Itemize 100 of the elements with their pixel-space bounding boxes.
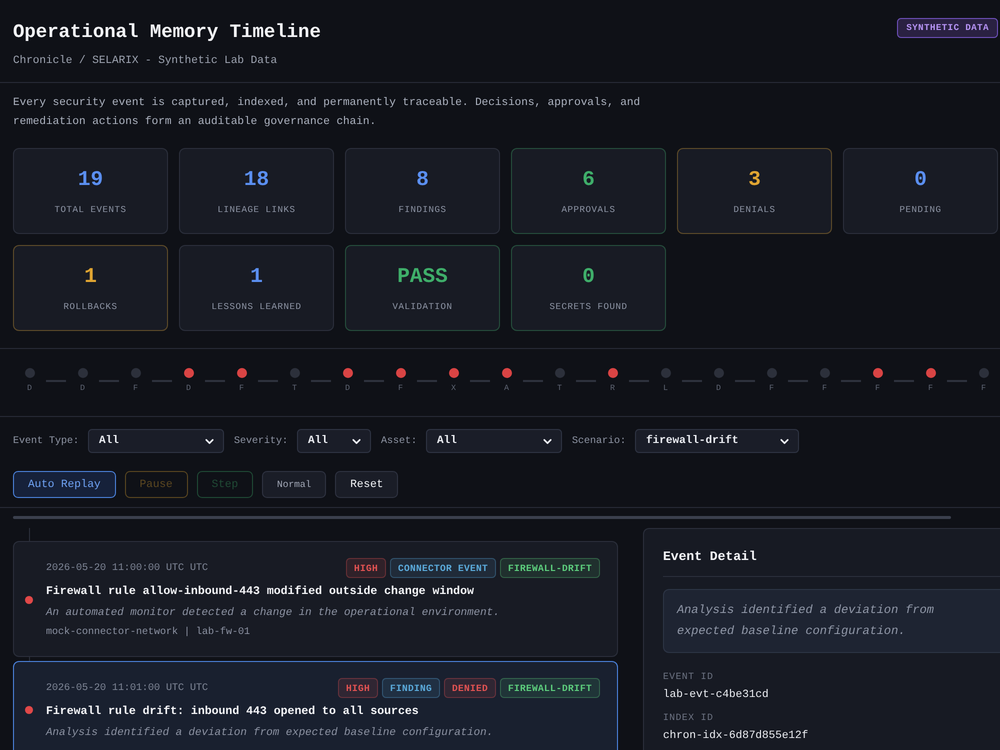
timeline-label: A [504,384,509,394]
stat-value: 1 [84,265,97,291]
timeline-label: X [451,384,456,394]
timeline-label: F [239,384,244,394]
timeline-label: F [398,384,403,394]
connector-line [311,380,331,382]
connector-line [523,380,543,382]
timeline-dot-icon[interactable] [978,368,988,378]
breadcrumb: Chronicle / SELARIX - Synthetic Lab Data [13,54,278,68]
event-tag: FIREWALL-DRIFT [500,678,600,698]
filter-dropdown[interactable]: All [88,429,224,453]
connector-line [894,380,914,382]
control-button[interactable]: Reset [335,471,398,498]
timeline-dot-icon[interactable] [926,368,936,378]
event-tag: CONNECTOR EVENT [390,558,496,578]
connector-line [947,380,967,382]
filter-label: Event Type: [13,436,80,446]
stat-label: TOTAL EVENTS [54,205,126,216]
field-label: INDEX ID [663,712,714,724]
event-source: mock-connector-network | lab-fw-01 [46,626,252,640]
timeline-label: F [769,384,774,394]
field-label: EVENT ID [663,671,714,683]
filter-dropdown[interactable]: All [426,429,562,453]
timeline-label: D [80,384,85,394]
timeline-dot-icon[interactable] [714,368,724,378]
timeline-label: D [27,384,32,394]
filter-label: Scenario: [572,436,626,446]
event-timestamp: 2026-05-20 11:01:00 UTC UTC [46,682,208,694]
stat-label: PENDING [899,205,942,216]
stat-label: LESSONS LEARNED [211,302,302,313]
timeline-label: F [928,384,933,394]
timeline-dot-icon[interactable] [660,368,670,378]
stat-value: 6 [582,168,595,194]
timeline-label: F [133,384,138,394]
timeline-label: D [345,384,350,394]
timeline-dot-icon[interactable] [342,368,352,378]
event-card[interactable]: 2026-05-20 11:01:00 UTC UTC HIGH FINDING DENIED FIREWALL-DRIFT Firewall rule drift: inbound 443 opened to all sources Analysis identified a deviation from expected baseline configuration. [13,661,618,750]
panel-title: Event Detail [663,549,758,565]
connector-line [417,380,437,382]
timeline-dot-icon[interactable] [290,368,300,378]
timeline-label: F [981,384,986,394]
stat-value: 19 [78,168,104,194]
stat-label: DENIALS [733,205,776,216]
stat-label: VALIDATION [392,302,452,313]
filter-dropdown[interactable]: firewall-drift [635,429,800,453]
connector-line [364,380,384,382]
control-button[interactable]: Auto Replay [13,471,116,498]
timeline-dot-icon[interactable] [820,368,830,378]
status-badge: SYNTHETIC DATA [897,18,998,38]
timeline-dot-icon[interactable] [396,368,406,378]
control-button[interactable]: Normal [262,471,326,498]
event-title: Firewall rule allow-inbound-443 modified outside change window [46,584,475,600]
timeline-dot-icon[interactable] [872,368,882,378]
event-title: Firewall rule drift: inbound 443 opened to all sources [46,704,420,720]
connector-line [629,380,649,382]
connector-line [99,380,119,382]
timeline-dot-icon[interactable] [130,368,140,378]
connector-line [205,380,225,382]
field-value: lab-evt-c4be31cd [663,688,770,702]
event-description: An automated monitor detected a change in the operational environment. [46,606,501,621]
stat-value: 0 [914,168,927,194]
connector-line [841,380,861,382]
connector-line [470,380,490,382]
stat-label: APPROVALS [561,205,616,216]
field-value: chron-idx-6d87d855e12f [663,729,810,743]
filter-dropdown[interactable]: All [297,429,372,453]
timeline-label: R [610,384,615,394]
stat-label: SECRETS FOUND [549,302,628,313]
stat-label: ROLLBACKS [63,302,118,313]
timeline-dot-icon[interactable] [502,368,512,378]
stat-value: 8 [416,168,429,194]
timeline-dot-icon[interactable] [448,368,458,378]
timeline-dot-icon[interactable] [236,368,246,378]
timeline-dot-icon[interactable] [608,368,618,378]
timeline-dot-icon[interactable] [24,368,34,378]
stat-value: 1 [250,265,263,291]
connector-line [682,380,702,382]
timeline-label: T [557,384,562,394]
stat-value: 3 [748,168,761,194]
scroll-bar[interactable] [13,516,951,519]
connector-line [46,380,66,382]
stat-value: 0 [582,265,595,291]
connector-line [735,380,755,382]
timeline-label: L [663,384,668,394]
timeline-label: F [875,384,880,394]
timeline-label: T [292,384,297,394]
event-tag: FINDING [382,678,440,698]
timeline-dot-icon[interactable] [554,368,564,378]
timeline-dot-icon[interactable] [766,368,776,378]
filter-label: Asset: [381,436,418,446]
event-card[interactable] [13,541,618,657]
event-summary: Analysis identified a deviation from expected baseline configuration. [663,589,1000,653]
intro-text: Every security event is captured, indexed, and permanently traceable. Decisions, approvals, and remediation actions form an auditable governance chain. [13,96,642,130]
timeline-label: F [822,384,827,394]
timeline-label: D [186,384,191,394]
timeline-dot-icon[interactable] [78,368,88,378]
timeline-dot-icon[interactable] [184,368,194,378]
event-tag: FIREWALL-DRIFT [500,558,600,578]
stat-label: FINDINGS [398,205,446,216]
event-description: Analysis identified a deviation from expected baseline configuration. [46,726,494,741]
